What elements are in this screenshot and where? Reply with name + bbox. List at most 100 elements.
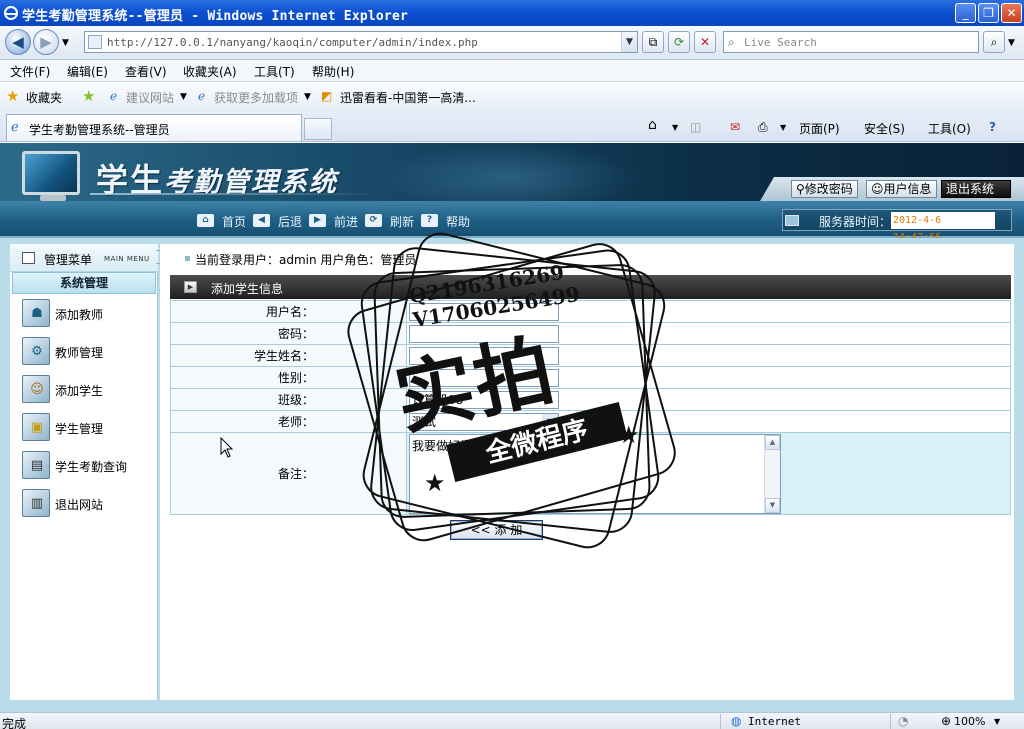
new-tab-button[interactable] xyxy=(304,118,332,140)
close-button[interactable]: ✕ xyxy=(1001,3,1022,23)
home-dropdown-icon[interactable]: ▼ xyxy=(672,123,678,132)
gear-icon: ⚙ xyxy=(22,337,50,365)
mail-icon[interactable]: ✉ xyxy=(730,120,740,134)
menu-file[interactable]: 文件(F) xyxy=(10,63,50,80)
menu-icon xyxy=(22,252,35,264)
search-input[interactable]: ⌕ Live Search xyxy=(723,31,979,53)
tools-menu[interactable]: 工具(O) xyxy=(928,120,971,137)
change-password-button[interactable]: ⚲修改密码 xyxy=(791,180,858,198)
restore-button[interactable]: ❐ xyxy=(978,3,999,23)
browser-tab-active[interactable]: ℯ 学生考勤管理系统--管理员 xyxy=(6,114,302,141)
menu-favorites[interactable]: 收藏夹(A) xyxy=(183,63,237,80)
nav-back[interactable]: 后退 xyxy=(278,213,302,230)
favorites-star-icon: ★ xyxy=(6,87,20,105)
favorites-button[interactable]: 收藏夹 xyxy=(26,89,62,106)
address-dropdown-icon[interactable]: ▼ xyxy=(621,32,637,52)
sidebar-item-label: 退出网站 xyxy=(55,498,104,512)
feeds-icon[interactable]: ◫ xyxy=(690,120,701,134)
forward-nav-icon: ▶ xyxy=(309,214,326,227)
ie-page-icon: ℯ xyxy=(110,89,118,103)
search-go-button[interactable]: ⌕ xyxy=(983,31,1005,53)
scroll-down-icon[interactable]: ▼ xyxy=(765,497,780,513)
sidebar-item-add-student[interactable]: ☺ 添加学生 xyxy=(22,375,152,405)
back-button[interactable]: ◀ xyxy=(5,29,31,55)
back-nav-icon: ◀ xyxy=(253,214,270,227)
sidebar-title: 管理菜单 xyxy=(44,253,93,267)
server-time-label: 服务器时间： xyxy=(819,215,892,229)
safety-menu[interactable]: 安全(S) xyxy=(864,120,905,137)
menu-view[interactable]: 查看(V) xyxy=(125,63,167,80)
stop-icon[interactable]: ✕ xyxy=(694,31,716,53)
minimize-button[interactable]: _ xyxy=(955,3,976,23)
help-icon[interactable]: ? xyxy=(989,120,996,134)
xunlei-icon: ◩ xyxy=(321,89,333,103)
bullet-icon xyxy=(185,256,190,261)
refresh-icon[interactable]: ⟳ xyxy=(668,31,690,53)
query-icon: ▤ xyxy=(22,451,50,479)
sidebar-item-label: 添加教师 xyxy=(55,308,104,322)
zoom-icon: ⊕ xyxy=(941,714,952,728)
recent-pages-dropdown-icon[interactable]: ▼ xyxy=(62,38,69,48)
ie-page-icon-2: ℯ xyxy=(198,89,206,103)
nav-home[interactable]: 首页 xyxy=(222,213,246,230)
status-separator-2 xyxy=(890,714,891,729)
menu-edit[interactable]: 编辑(E) xyxy=(67,63,108,80)
sidebar-item-add-teacher[interactable]: ☗ 添加教师 xyxy=(22,299,152,329)
server-time-box: 服务器时间： 2012-4-6 14:47:56 xyxy=(782,209,1012,243)
sidebar-header: 管理菜单 MAIN MENU xyxy=(10,244,166,272)
add-student-icon: ☺ xyxy=(22,375,50,403)
window-title: 学生考勤管理系统--管理员 - Windows Internet Explore… xyxy=(22,9,408,24)
compatibility-icon[interactable]: ⧉ xyxy=(642,31,664,53)
sidebar-item-student-manage[interactable]: ▣ 学生管理 xyxy=(22,413,152,443)
sidebar-subtitle: MAIN MENU xyxy=(104,255,150,263)
sidebar-group-system[interactable]: 系统管理 xyxy=(12,272,156,294)
menu-tools[interactable]: 工具(T) xyxy=(254,63,295,80)
print-icon[interactable]: ⎙ xyxy=(758,120,768,135)
dropdown-icon-2[interactable]: ▼ xyxy=(304,92,311,102)
globe-icon: ◍ xyxy=(731,714,742,728)
mouse-cursor-icon xyxy=(220,437,234,458)
favorites-bar: ★ 收藏夹 ★ ℯ 建议网站 ▼ ℯ 获取更多加载项 ▼ ◩ 迅雷看看-中国第一… xyxy=(0,82,1024,112)
favorite-link-suggested[interactable]: 建议网站 xyxy=(126,89,174,106)
sidebar-item-teacher-manage[interactable]: ⚙ 教师管理 xyxy=(22,337,152,367)
lock-icon: ▣ xyxy=(22,413,50,441)
star-icon: ★ xyxy=(424,469,446,497)
user-info-button[interactable]: ☺用户信息 xyxy=(866,180,937,198)
server-time-value: 2012-4-6 14:47:56 xyxy=(891,212,995,243)
menu-help[interactable]: 帮助(H) xyxy=(312,63,354,80)
sidebar-item-attendance-query[interactable]: ▤ 学生考勤查询 xyxy=(22,451,152,481)
protected-mode-icon[interactable]: ◔ xyxy=(898,714,908,728)
favorite-link-addons[interactable]: 获取更多加载项 xyxy=(214,89,298,106)
forward-button[interactable]: ▶ xyxy=(33,29,59,55)
dropdown-icon[interactable]: ▼ xyxy=(180,92,187,102)
textarea-scrollbar[interactable]: ▲ ▼ xyxy=(764,434,780,513)
favorite-link-xunlei[interactable]: 迅雷看看-中国第一高清... xyxy=(340,89,476,106)
print-dropdown-icon[interactable]: ▼ xyxy=(780,123,786,132)
status-text: 完成 xyxy=(2,717,27,729)
wrench-icon: ⚲ xyxy=(796,182,805,196)
logout-button[interactable]: 退出系统 xyxy=(941,180,1011,198)
tab-title: 学生考勤管理系统--管理员 xyxy=(29,123,170,137)
banner-glow xyxy=(380,143,640,201)
user-icon: ☺ xyxy=(871,182,884,196)
sidebar-item-label: 学生管理 xyxy=(55,422,104,436)
zoom-dropdown-icon[interactable]: ▼ xyxy=(994,717,1000,726)
add-favorite-icon[interactable]: ★ xyxy=(82,87,95,105)
monitor-icon xyxy=(22,151,80,195)
scroll-up-icon[interactable]: ▲ xyxy=(765,434,780,450)
window-title-bar: 学生考勤管理系统--管理员 - Windows Internet Explore… xyxy=(0,0,1024,26)
title-underline xyxy=(90,193,380,195)
address-bar[interactable]: http://127.0.0.1/nanyang/kaoqin/computer… xyxy=(84,31,638,53)
sidebar-item-label: 教师管理 xyxy=(55,346,104,360)
security-zone: Internet xyxy=(748,715,801,728)
change-password-label: 修改密码 xyxy=(804,182,853,196)
star-icon-2: ★ xyxy=(618,421,640,449)
add-teacher-icon: ☗ xyxy=(22,299,50,327)
search-options-icon[interactable]: ▼ xyxy=(1008,38,1015,48)
home-icon[interactable]: ⌂ xyxy=(648,117,657,133)
search-icon: ⌕ xyxy=(728,35,735,49)
sidebar-item-exit[interactable]: ▥ 退出网站 xyxy=(22,489,152,519)
zoom-level[interactable]: 100% xyxy=(954,715,985,728)
status-separator xyxy=(720,714,721,729)
page-menu[interactable]: 页面(P) xyxy=(799,120,840,137)
